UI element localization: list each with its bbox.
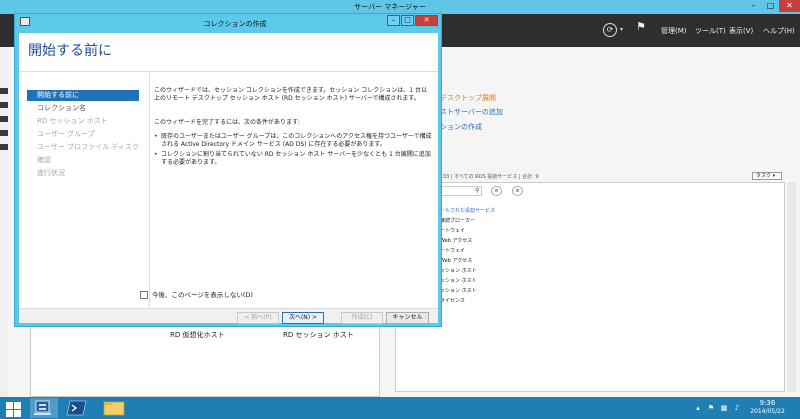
filter-criteria-icon[interactable]: ≡: [512, 186, 523, 196]
add-host-server-link[interactable]: ストサーバーの追加: [440, 107, 503, 117]
servers-scrollbar[interactable]: [787, 182, 796, 392]
requirement-item: 既存のユーザーまたはユーザー グループは、このコレクションへのアクセス権を持つユ…: [154, 133, 436, 149]
dont-show-again-checkbox[interactable]: [140, 291, 148, 299]
wizard-maximize-button[interactable]: □: [401, 15, 414, 26]
taskbar-file-explorer-button[interactable]: [100, 398, 128, 418]
wizard-step-user-groups: ユーザー グループ: [37, 130, 95, 138]
wizard-client-area: 開始する前に 開始する前に コレクション名 RD セッション ホスト ユーザー …: [19, 33, 438, 324]
rds-nav-icon[interactable]: [0, 144, 8, 150]
wizard-step-collection-name[interactable]: コレクション名: [27, 103, 139, 114]
tray-expand-icon[interactable]: ▴: [693, 403, 703, 413]
list-item[interactable]: ライセンス: [440, 297, 495, 307]
create-collection-link[interactable]: ションの作成: [440, 122, 482, 132]
filter-options-icon[interactable]: ≡: [491, 186, 502, 196]
dashboard-nav-icon[interactable]: [0, 88, 8, 94]
list-item[interactable]: ートウェイ: [440, 227, 495, 237]
search-icon[interactable]: ⚲: [475, 187, 479, 194]
wizard-step-confirmation: 確認: [37, 156, 51, 164]
requirement-item: コレクションに割り当てられていない RD セッション ホスト サーバーを少なくと…: [154, 151, 436, 167]
list-item[interactable]: ッション ホスト: [440, 267, 495, 277]
wizard-intro-text: このウィザードでは、セッション コレクションを作成できます。セッション コレクシ…: [154, 87, 427, 102]
list-item[interactable]: ッション ホスト: [440, 287, 495, 297]
next-button[interactable]: 次へ(N) >: [282, 312, 324, 324]
server-manager-maximize-button[interactable]: □: [762, 0, 779, 12]
server-manager-left-nav: [0, 47, 8, 397]
menu-view[interactable]: 表示(V): [729, 26, 753, 36]
rd-virtualization-host-label: RD 仮想化ホスト: [170, 331, 225, 339]
server-manager-title: サーバー マネージャー: [354, 3, 426, 11]
list-item[interactable]: Web アクセス: [440, 257, 495, 267]
wizard-minimize-button[interactable]: –: [387, 15, 400, 26]
wizard-requirements-intro: このウィザードを完了するには、次の条件があります:: [154, 119, 301, 126]
servers-header: 8:23:33 | すべての RDS 役割サービス | 合計: 9: [430, 174, 539, 180]
tasks-dropdown[interactable]: タスク ▾: [752, 172, 782, 180]
server-manager-icon: [34, 400, 51, 415]
file-storage-nav-icon[interactable]: [0, 130, 8, 136]
list-item[interactable]: Web アクセス: [440, 237, 495, 247]
wizard-step-progress: 進行状況: [37, 169, 65, 177]
menu-help[interactable]: ヘルプ(H): [763, 26, 795, 36]
wizard-steps-nav: 開始する前に コレクション名 RD セッション ホスト ユーザー グループ ユー…: [27, 76, 140, 296]
refresh-icon[interactable]: ⟳: [603, 23, 617, 37]
page-title: 開始する前に: [28, 43, 112, 59]
list-item[interactable]: ートウェイ: [440, 247, 495, 257]
wizard-footer: < 前へ(P) 次へ(N) > 作成(C) キャンセル: [19, 308, 438, 324]
list-item[interactable]: ッション ホスト: [440, 277, 495, 287]
menu-tools[interactable]: ツール(T): [695, 26, 726, 36]
local-server-nav-icon[interactable]: [0, 102, 8, 108]
wizard-requirements-list: 既存のユーザーまたはユーザー グループは、このコレクションへのアクセス権を持つユ…: [154, 133, 436, 169]
server-manager-minimize-button[interactable]: –: [745, 0, 762, 12]
create-collection-wizard: コレクションの作成 – □ ✕ 開始する前に 開始する前に コレクション名 RD…: [14, 13, 442, 327]
rd-session-host-label: RD セッション ホスト: [283, 331, 354, 339]
refresh-dropdown-icon[interactable]: ▾: [620, 26, 623, 33]
action-center-flag-icon[interactable]: ⚑: [706, 403, 716, 413]
all-servers-nav-icon[interactable]: [0, 116, 8, 122]
powershell-icon: [66, 400, 87, 416]
wizard-header: 開始する前に: [19, 33, 438, 72]
wizard-step-rd-session-host: RD セッション ホスト: [37, 117, 108, 125]
start-button[interactable]: [0, 397, 26, 419]
wizard-step-user-profile-disks: ユーザー プロファイル ディスク: [37, 143, 139, 151]
cancel-button[interactable]: キャンセル: [386, 312, 429, 324]
server-manager-close-button[interactable]: ✕: [779, 0, 800, 12]
taskbar-powershell-button[interactable]: [64, 398, 92, 418]
network-icon[interactable]: ▦: [719, 403, 729, 413]
previous-button: < 前へ(P): [237, 312, 279, 324]
menu-manage[interactable]: 管理(M): [661, 26, 687, 36]
wizard-close-button[interactable]: ✕: [415, 15, 438, 26]
wizard-title: コレクションの作成: [203, 20, 267, 28]
wizard-app-icon: [20, 17, 30, 26]
clock-time[interactable]: 9:36: [745, 399, 790, 407]
windows-logo-icon: [6, 402, 13, 409]
list-item[interactable]: 接続ブローカー: [440, 217, 495, 227]
list-item[interactable]: ールされた役割サービス: [440, 207, 495, 217]
wizard-content: このウィザードでは、セッション コレクションを作成できます。セッション コレクシ…: [149, 73, 438, 308]
dont-show-again-label[interactable]: 今後、このページを表示しない(D): [152, 291, 253, 299]
deploy-desktop-link[interactable]: デスクトップ展開: [440, 93, 496, 103]
folder-icon: [103, 401, 125, 416]
clock-date[interactable]: 2014/05/22: [745, 408, 790, 415]
role-services-list: ールされた役割サービス 接続ブローカー ートウェイ Web アクセス ートウェイ…: [440, 207, 495, 307]
taskbar-server-manager-button[interactable]: [30, 398, 58, 418]
notifications-flag-icon[interactable]: ⚑: [636, 20, 646, 33]
create-button: 作成(C): [341, 312, 383, 324]
volume-icon[interactable]: ♪: [732, 403, 742, 413]
wizard-step-before-you-begin[interactable]: 開始する前に: [27, 90, 139, 101]
